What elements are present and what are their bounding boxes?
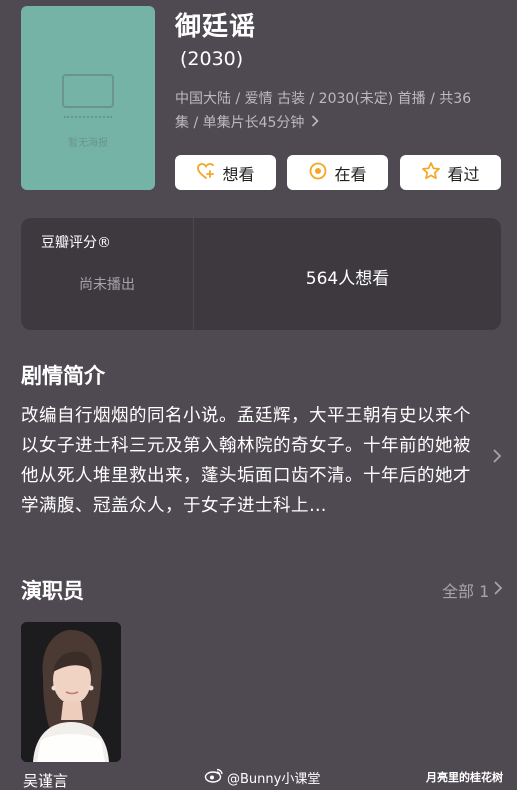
show-meta[interactable]: 中国大陆 / 爱情 古装 / 2030(未定) 首播 / 共36 集 / 单集片… xyxy=(175,87,493,135)
weibo-icon xyxy=(204,767,224,787)
want-count: 564人想看 xyxy=(305,269,390,289)
watched-button[interactable]: 看过 xyxy=(400,155,501,190)
circle-dot-icon xyxy=(308,161,328,185)
weibo-watermark: @Bunny小课堂 xyxy=(204,767,320,787)
star-icon xyxy=(421,161,441,185)
weibo-handle: @Bunny小课堂 xyxy=(227,771,321,787)
douban-rating-card[interactable]: 豆瓣评分® 尚未播出 564人想看 xyxy=(21,218,501,330)
synopsis-heading: 剧情简介 xyxy=(21,364,105,388)
tv-placeholder-icon xyxy=(62,74,114,108)
douban-rating-label: 豆瓣评分® xyxy=(41,235,111,251)
site-watermark: 月亮里的桂花树 xyxy=(426,771,503,784)
dotted-line xyxy=(64,116,112,120)
tv-show-detail-page: 暂无海报 御廷谣 (2030) 中国大陆 / 爱情 古装 / 2030(未定) … xyxy=(0,0,517,790)
show-title: 御廷谣 xyxy=(175,12,257,42)
show-year: (2030) xyxy=(180,48,244,70)
poster-placeholder[interactable]: 暂无海报 xyxy=(21,6,155,190)
want-label: 想看 xyxy=(222,164,255,184)
meta-line-1: 中国大陆 / 爱情 古装 / 2030(未定) 首播 / 共36 xyxy=(175,91,472,107)
cast-heading: 演职员 xyxy=(21,579,84,603)
rating-status: 尚未播出 xyxy=(79,277,135,293)
chevron-right-icon xyxy=(311,111,319,135)
cast-member-photo[interactable] xyxy=(21,622,121,762)
meta-line-2: 集 / 单集片长45分钟 xyxy=(175,115,305,131)
synopsis-text[interactable]: 改编自行烟烟的同名小说。孟廷辉，大平王朝有史以来个以女子进士科三元及第入翰林院的… xyxy=(21,401,483,521)
poster-watermark: 暂无海报 xyxy=(68,138,108,149)
watched-label: 看过 xyxy=(447,164,480,184)
chevron-right-icon[interactable] xyxy=(492,580,504,596)
watching-button[interactable]: 在看 xyxy=(287,155,388,190)
watching-label: 在看 xyxy=(334,164,367,184)
cast-all-link[interactable]: 全部 1 xyxy=(442,578,489,602)
cast-member-name[interactable]: 吴谨言 xyxy=(23,770,68,790)
want-to-watch-button[interactable]: 想看 xyxy=(175,155,276,190)
synopsis-expand-chevron-icon[interactable] xyxy=(490,446,504,466)
heart-plus-icon xyxy=(196,161,216,185)
